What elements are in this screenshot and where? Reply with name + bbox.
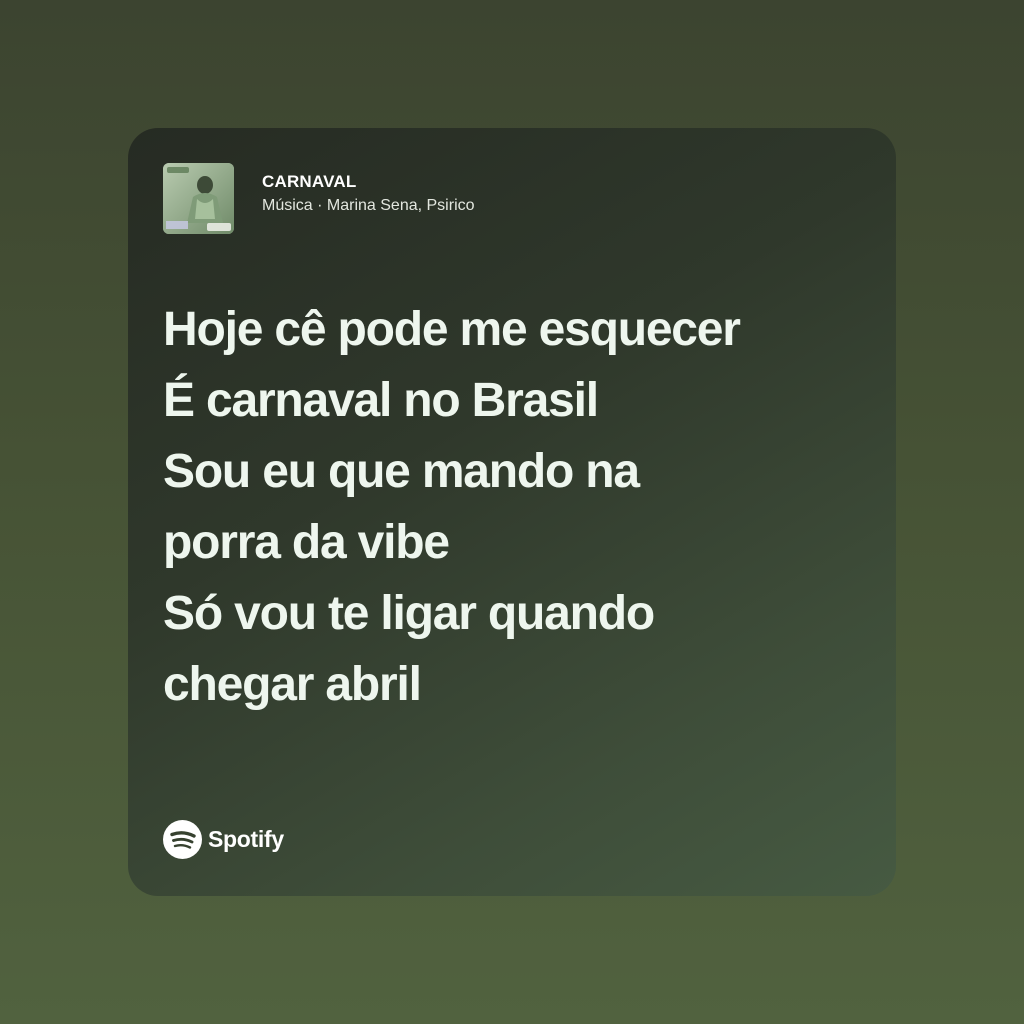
- lyric-line: Hoje cê pode me esquecer: [163, 303, 741, 356]
- lyric-line: Só vou te ligar quando: [163, 587, 655, 640]
- track-meta: CARNAVAL Música · Marina Sena, Psirico: [262, 171, 475, 217]
- song-subtitle: Música · Marina Sena, Psirico: [262, 196, 475, 214]
- album-cover: [163, 163, 234, 234]
- song-title: CARNAVAL: [262, 171, 357, 191]
- track-header: CARNAVAL Música · Marina Sena, Psirico: [163, 163, 475, 234]
- spotify-wordmark: Spotify: [208, 826, 284, 852]
- lyric-line: chegar abril: [163, 658, 422, 711]
- lyrics-block: Hoje cê pode me esquecer É carnaval no B…: [163, 294, 863, 720]
- lyrics-share-card: CARNAVAL Música · Marina Sena, Psirico H…: [128, 128, 896, 896]
- spotify-logo-icon: [163, 820, 202, 859]
- lyric-line: É carnaval no Brasil: [163, 374, 599, 427]
- lyric-line: porra da vibe: [163, 516, 450, 569]
- lyric-line: Sou eu que mando na: [163, 445, 640, 498]
- spotify-brand: Spotify: [163, 820, 284, 859]
